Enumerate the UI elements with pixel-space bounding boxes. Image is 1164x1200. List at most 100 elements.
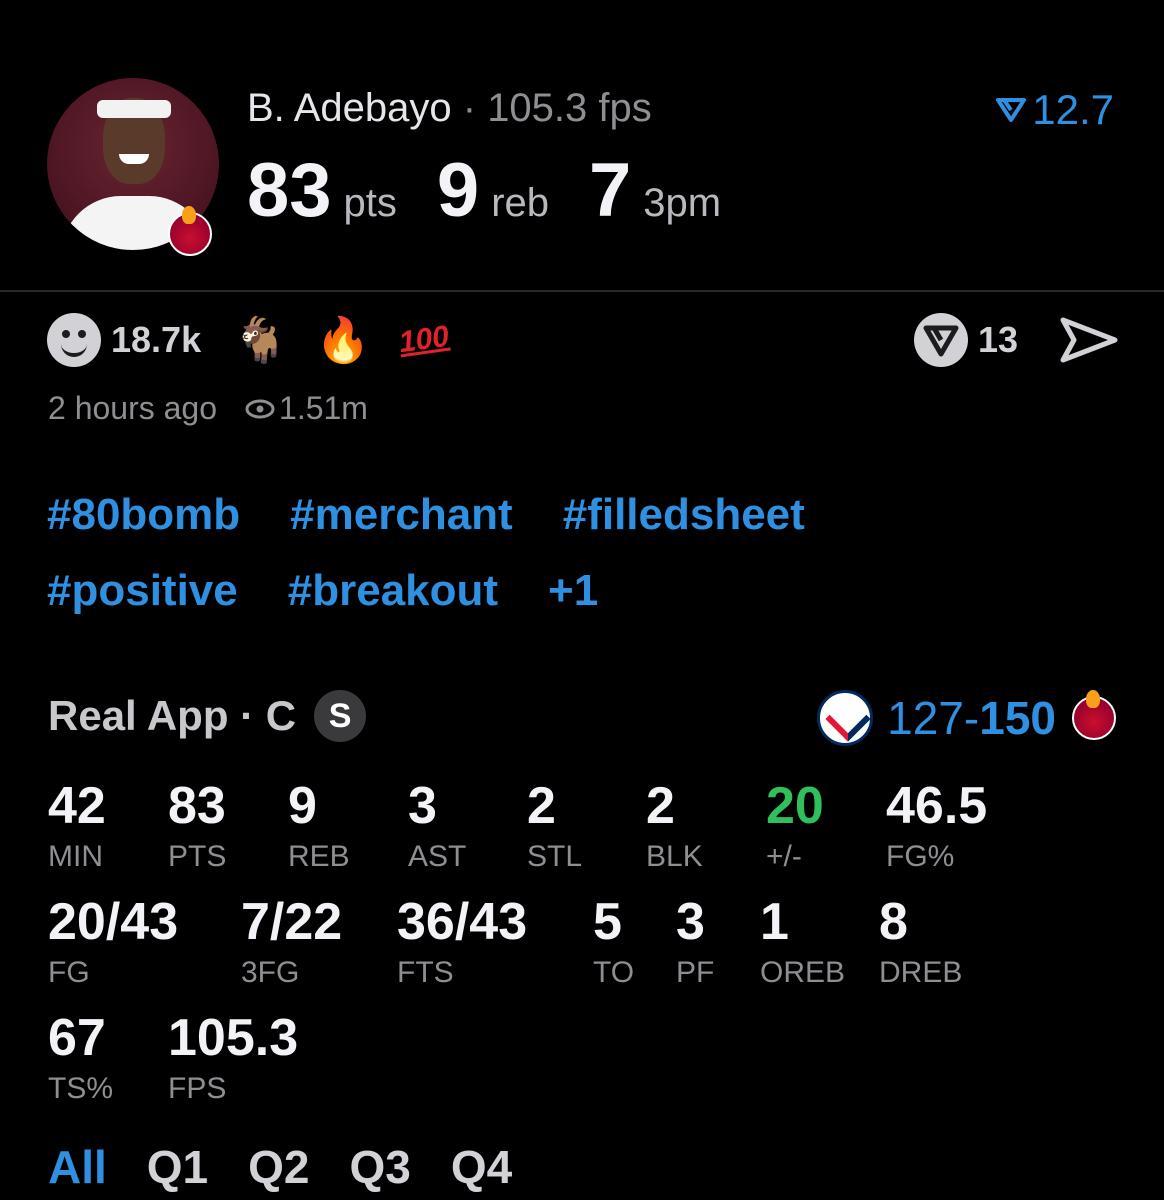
stat-label: 3FG: [241, 956, 300, 989]
fire-emoji-icon[interactable]: 🔥: [316, 314, 371, 366]
stat-min: 42 MIN: [48, 780, 106, 872]
hashtag-80bomb[interactable]: #80bomb: [47, 490, 240, 540]
time-ago: 2 hours ago: [48, 390, 218, 426]
stat-value: 36/43: [397, 893, 528, 951]
score-away: 127: [887, 692, 964, 744]
wizards-team-icon: [817, 690, 874, 746]
stat-value: 105.3: [168, 1009, 299, 1067]
rank-arrow-icon: [996, 98, 1027, 122]
tab-q2[interactable]: Q2: [248, 1140, 309, 1194]
game-source: Real App · C S: [48, 690, 367, 742]
vote-count: 13: [977, 319, 1018, 360]
hashtag-merchant[interactable]: #merchant: [290, 490, 513, 540]
rank-value: 12.7: [1032, 86, 1114, 133]
player-headband: [97, 100, 171, 118]
stat-plus-minus: 20 +/-: [766, 780, 824, 872]
hashtag-row: #positive #breakout +1: [47, 566, 1117, 616]
rank-indicator[interactable]: 12.7: [996, 86, 1114, 134]
headline-3pm-value: 7: [589, 148, 632, 233]
headline-stats: 83 pts 9 reb 7 3pm: [247, 147, 761, 234]
stat-value: 20: [766, 777, 824, 835]
stat-label: STL: [527, 840, 583, 873]
stat-ast: 3 AST: [408, 780, 466, 872]
game-badge: S: [314, 690, 367, 742]
stat-fts: 36/43 FTS: [397, 896, 527, 988]
stat-value: 7/22: [241, 893, 343, 951]
player-name-line: B. Adebayo · 105.3 fps: [247, 86, 652, 131]
game-source-text: Real App · C: [48, 692, 297, 739]
headline-pts-value: 83: [247, 148, 332, 233]
stat-label: BLK: [646, 840, 703, 873]
reaction-count: 18.7k: [111, 319, 202, 360]
stat-fg-pct: 46.5 FG%: [886, 780, 987, 872]
stat-fps: 105.3 FPS: [168, 1012, 298, 1104]
stat-value: 1: [760, 893, 789, 951]
stat-label: +/-: [766, 840, 802, 873]
stat-blk: 2 BLK: [646, 780, 703, 872]
stat-label: DREB: [879, 956, 963, 989]
stat-value: 5: [593, 893, 622, 951]
stat-value: 42: [48, 777, 106, 835]
tab-all[interactable]: All: [48, 1140, 107, 1194]
headline-reb-unit: reb: [491, 181, 549, 225]
stat-pf: 3 PF: [676, 896, 714, 988]
stat-to: 5 TO: [593, 896, 634, 988]
hundred-emoji-icon[interactable]: 100: [397, 320, 451, 361]
stat-label: FTS: [397, 956, 454, 989]
player-name[interactable]: B. Adebayo: [247, 86, 452, 130]
score-home: 150: [979, 692, 1056, 744]
share-bar: 13: [913, 313, 1118, 367]
hashtag-row: #80bomb #merchant #filledsheet: [47, 490, 1117, 540]
smiley-reaction-icon[interactable]: [47, 313, 101, 367]
hashtag-positive[interactable]: #positive: [47, 566, 238, 616]
goat-emoji-icon[interactable]: 🐐: [233, 314, 288, 366]
quarter-tabs: All Q1 Q2 Q3 Q4: [48, 1140, 512, 1194]
stat-label: FG: [48, 956, 90, 989]
stat-oreb: 1 OREB: [760, 896, 845, 988]
stat-value: 20/43: [48, 893, 179, 951]
stat-value: 8: [879, 893, 908, 951]
stat-dreb: 8 DREB: [879, 896, 962, 988]
stat-label: OREB: [760, 956, 846, 989]
eye-icon: [245, 399, 275, 418]
stat-ts-pct: 67 TS%: [48, 1012, 113, 1104]
more-hashtags[interactable]: +1: [548, 566, 598, 616]
header-divider: [0, 290, 1164, 292]
hashtag-filledsheet[interactable]: #filledsheet: [563, 490, 805, 540]
tab-q1[interactable]: Q1: [147, 1140, 208, 1194]
stat-label: PTS: [168, 840, 227, 873]
stat-pts: 83 PTS: [168, 780, 226, 872]
stat-label: FG%: [886, 840, 955, 873]
stat-value: 9: [288, 777, 317, 835]
send-icon[interactable]: [1060, 317, 1118, 363]
stat-value: 2: [646, 777, 675, 835]
stat-stl: 2 STL: [527, 780, 582, 872]
stat-value: 2: [527, 777, 556, 835]
stat-label: AST: [408, 840, 467, 873]
vote-icon[interactable]: [913, 313, 968, 367]
tab-q3[interactable]: Q3: [350, 1140, 411, 1194]
tab-q4[interactable]: Q4: [451, 1140, 512, 1194]
post-meta: 2 hours ago 1.51m: [48, 390, 368, 427]
score-dash: -: [963, 692, 980, 744]
stat-label: MIN: [48, 840, 103, 873]
stat-value: 3: [408, 777, 437, 835]
hashtag-list: #80bomb #merchant #filledsheet #positive…: [47, 490, 1117, 642]
stat-label: REB: [288, 840, 350, 873]
stat-reb: 9 REB: [288, 780, 350, 872]
heat-team-icon: [1072, 690, 1116, 740]
stat-label: TO: [593, 956, 635, 989]
hashtag-breakout[interactable]: #breakout: [288, 566, 498, 616]
headline-reb-value: 9: [436, 148, 480, 233]
game-score[interactable]: 127-150: [817, 690, 1116, 746]
view-count: 1.51m: [279, 390, 368, 426]
stat-value: 83: [168, 777, 226, 835]
stat-value: 3: [676, 893, 705, 951]
headline-3pm-unit: 3pm: [643, 181, 722, 225]
stat-value: 67: [48, 1009, 106, 1067]
name-separator: ·: [462, 86, 477, 130]
stat-label: TS%: [48, 1072, 114, 1105]
stat-value: 46.5: [886, 777, 988, 835]
heat-team-icon: [168, 206, 212, 256]
stat-fg: 20/43 FG: [48, 896, 178, 988]
